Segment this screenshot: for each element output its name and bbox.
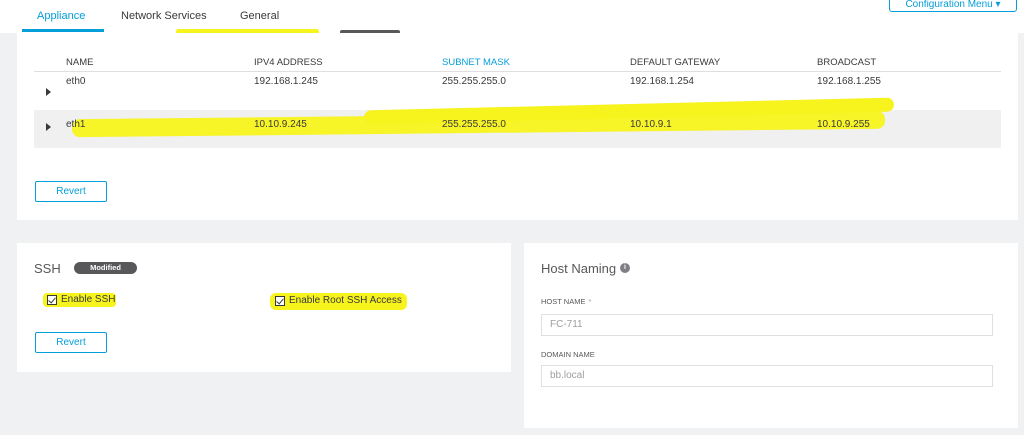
ssh-title: SSH: [34, 261, 61, 276]
chevron-down-icon: ▾: [995, 0, 1001, 10]
configuration-menu-label: Configuration Menu: [905, 0, 993, 10]
tab-network-services[interactable]: Network Services: [121, 10, 207, 22]
cell-broadcast: 10.10.9.255: [817, 119, 870, 130]
enable-root-ssh-label: Enable Root SSH Access: [289, 295, 402, 306]
cell-gateway: 10.10.9.1: [630, 119, 672, 130]
active-tab-indicator: [22, 29, 104, 32]
domain-name-input[interactable]: bb.local: [541, 365, 993, 387]
column-header-broadcast[interactable]: BROADCAST: [817, 57, 876, 68]
tab-appliance[interactable]: Appliance: [37, 10, 85, 22]
cell-subnet: 255.255.255.0: [442, 119, 506, 130]
cell-name: eth0: [66, 76, 86, 87]
interfaces-revert-button[interactable]: Revert: [35, 181, 107, 202]
cell-broadcast: 192.168.1.255: [817, 76, 881, 87]
checkbox-checked-icon[interactable]: [275, 296, 285, 306]
enable-ssh-label: Enable SSH: [61, 294, 116, 305]
column-header-ipv4[interactable]: IPV4 ADDRESS: [254, 57, 323, 68]
expand-caret-icon[interactable]: [46, 123, 51, 131]
tab-general[interactable]: General: [240, 10, 279, 22]
column-header-default-gateway[interactable]: DEFAULT GATEWAY: [630, 57, 720, 68]
checkbox-checked-icon[interactable]: [47, 295, 57, 305]
cell-name: eth1: [66, 119, 86, 130]
table-header: NAME IPV4 ADDRESS SUBNET MASK DEFAULT GA…: [34, 55, 1001, 71]
host-name-label: HOST NAME *: [541, 297, 591, 306]
info-icon[interactable]: i: [620, 263, 630, 273]
interfaces-card: NAME IPV4 ADDRESS SUBNET MASK DEFAULT GA…: [17, 33, 1018, 220]
host-naming-card: Host Naming i HOST NAME * FC-711 DOMAIN N…: [524, 243, 1018, 428]
enable-ssh-checkbox[interactable]: Enable SSH: [47, 294, 127, 308]
required-marker: *: [588, 297, 592, 306]
cell-subnet: 255.255.255.0: [442, 76, 506, 87]
cell-ipv4: 10.10.9.245: [254, 119, 307, 130]
column-header-name[interactable]: NAME: [66, 57, 93, 68]
ssh-revert-button[interactable]: Revert: [35, 332, 107, 353]
modified-badge: Modified: [74, 262, 137, 274]
ssh-card: SSH Modified Enable SSH Enable Root SSH …: [17, 243, 511, 372]
cell-ipv4: 192.168.1.245: [254, 76, 318, 87]
host-name-label-text: HOST NAME: [541, 297, 586, 306]
host-name-input[interactable]: FC-711: [541, 314, 993, 336]
interfaces-table: NAME IPV4 ADDRESS SUBNET MASK DEFAULT GA…: [34, 55, 1001, 148]
tab-bar: Appliance Network Services General Confi…: [0, 0, 1024, 34]
configuration-menu-button[interactable]: Configuration Menu ▾: [889, 0, 1017, 12]
expand-caret-icon[interactable]: [46, 88, 51, 96]
column-header-subnet-mask[interactable]: SUBNET MASK: [442, 57, 510, 68]
domain-name-label: DOMAIN NAME: [541, 350, 595, 359]
host-naming-title: Host Naming: [541, 261, 617, 276]
table-row-selected[interactable]: eth1 10.10.9.245 255.255.255.0 10.10.9.1…: [34, 97, 1001, 148]
cell-gateway: 192.168.1.254: [630, 76, 694, 87]
enable-root-ssh-checkbox[interactable]: Enable Root SSH Access: [275, 295, 415, 309]
